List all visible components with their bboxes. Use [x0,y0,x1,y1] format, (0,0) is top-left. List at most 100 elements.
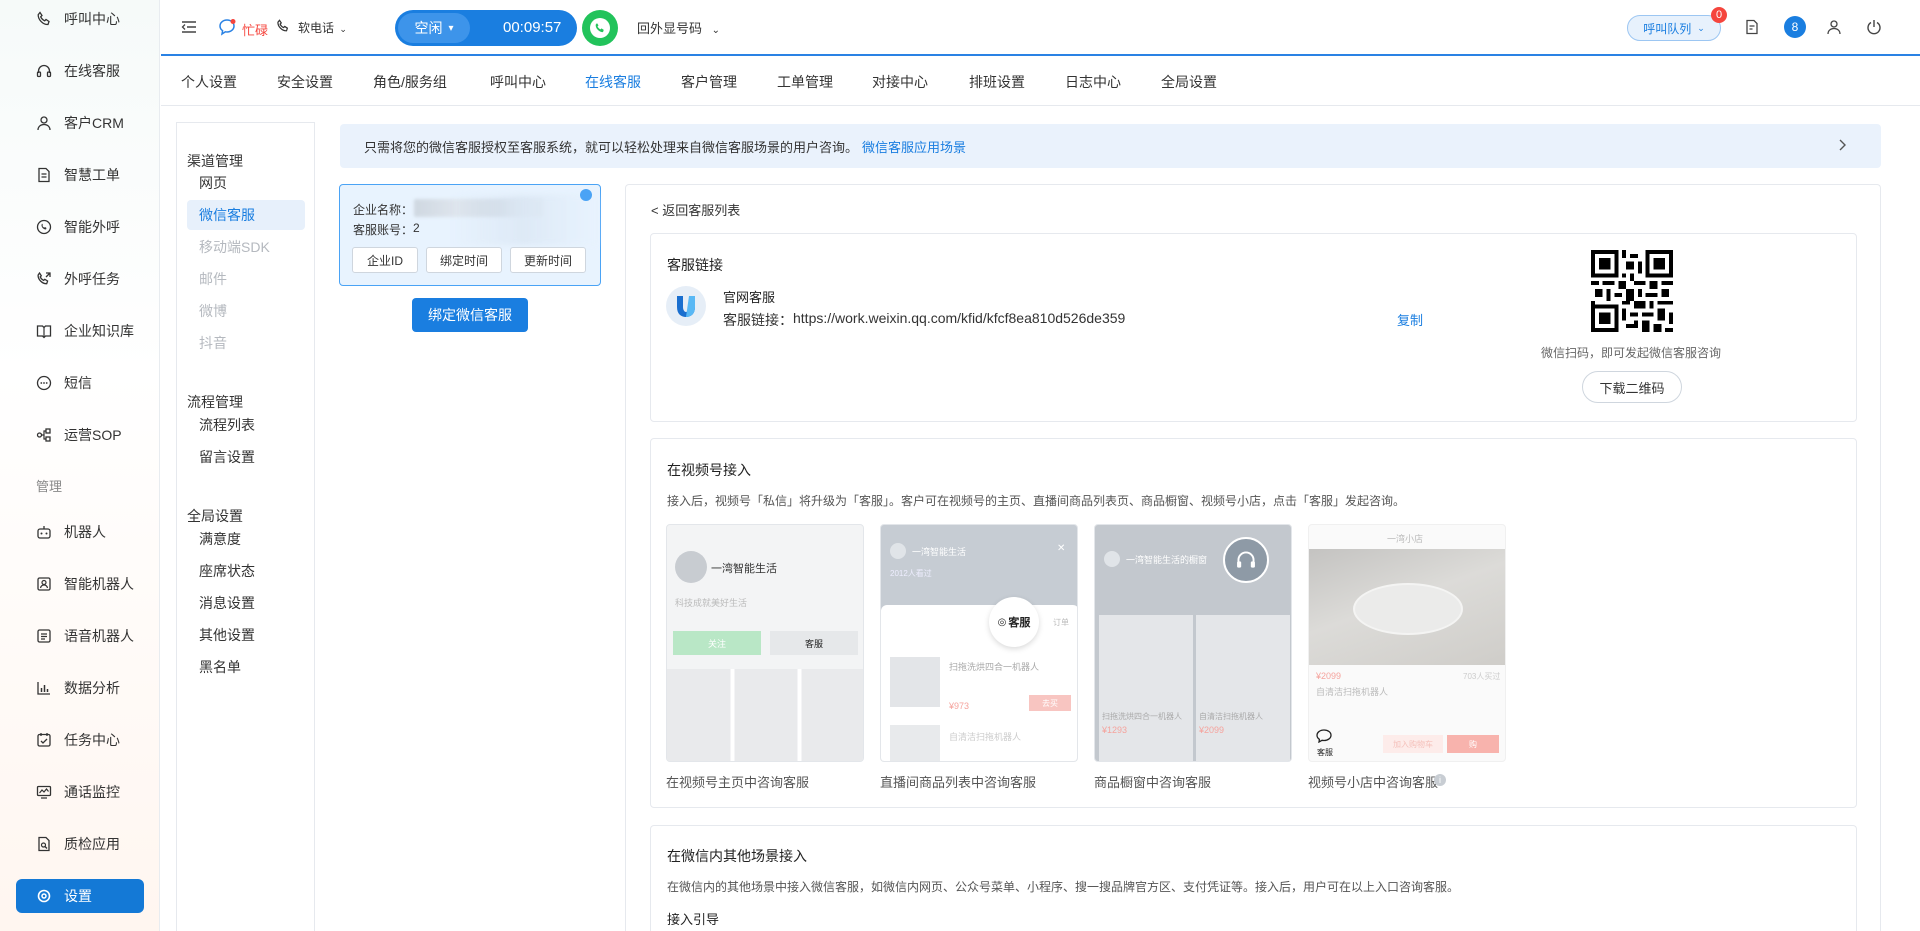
sidebar-item-label: 质检应用 [64,836,120,852]
sidebar-item-outbound-task[interactable]: 外呼任务 [16,262,144,296]
mock-shop: 一湾小店 ¥2099 703人买过 自清洁扫拖机器人 客服 加入购物车 购 [1308,524,1506,762]
sidebar-item-crm[interactable]: 客户CRM [16,106,144,140]
sidebar-item-ticket[interactable]: 智慧工单 [16,158,144,192]
sidebar-item-smart-outbound[interactable]: 智能外呼 [16,210,144,244]
call-status-dropdown[interactable]: 空闲 ▾ [398,13,470,43]
queue-count-badge: 0 [1711,7,1727,23]
user-icon[interactable] [1826,19,1842,35]
menu-item-wechat-kf[interactable]: 微信客服 [187,200,305,230]
sidebar-item-label: 企业知识库 [64,323,134,339]
menu-item-satisfaction[interactable]: 满意度 [187,524,305,554]
softphone-icon [276,19,290,33]
tab-log-center[interactable]: 日志中心 [1065,58,1121,106]
sidebar-item-call-monitor[interactable]: 通话监控 [16,775,144,809]
sidebar-item-knowledge-base[interactable]: 企业知识库 [16,314,144,348]
tab-online-service[interactable]: 在线客服 [585,58,641,106]
mock-product-card [1196,615,1290,761]
bind-wechat-kf-button[interactable]: 绑定微信客服 [412,298,528,332]
info-icon[interactable]: i [1434,774,1446,786]
sidebar-item-label: 任务中心 [64,732,120,748]
call-queue-dropdown[interactable]: 呼叫队列 ⌄ [1627,15,1721,41]
copy-link-button[interactable]: 复制 [1397,310,1423,329]
caption-homepage: 在视频号主页中咨询客服 [666,775,810,790]
sidebar-item-label: 智能外呼 [64,219,120,235]
bind-time-button[interactable]: 绑定时间 [426,247,502,273]
answer-call-button[interactable] [582,10,618,46]
outbound-number-select[interactable]: 回外显号码 ⌄ [637,18,720,37]
chevron-right-icon[interactable] [1835,138,1849,152]
banner-link[interactable]: 微信客服应用场景 [862,137,966,156]
notes-icon[interactable] [1744,19,1760,35]
menu-item-weibo[interactable]: 微博 [187,296,305,326]
mock-grid [667,669,863,761]
sidebar-item-quality[interactable]: 质检应用 [16,827,144,861]
menu-item-mobile-sdk[interactable]: 移动端SDK [187,232,305,262]
headset-icon [1223,537,1269,583]
mock-kf-bubble: ◎ 客服 [989,597,1039,647]
video-channel-title: 在视频号接入 [667,462,751,478]
sidebar-item-online-service[interactable]: 在线客服 [16,54,144,88]
corp-account-card[interactable]: 企业名称： 客服账号： 2 企业ID 绑定时间 更新时间 [339,184,601,286]
kf-link-title: 客服链接 [667,257,723,273]
back-to-list-link[interactable]: < 返回客服列表 [651,200,740,219]
menu-item-other-settings[interactable]: 其他设置 [187,620,305,650]
menu-item-seat-status[interactable]: 座席状态 [187,556,305,586]
sidebar-item-label: 客户CRM [64,115,124,131]
tab-roles-groups[interactable]: 角色/服务组 [373,58,447,106]
sidebar-item-label: 设置 [64,888,92,904]
menu-item-flow-list[interactable]: 流程列表 [187,410,305,440]
sidebar-item-sms[interactable]: 短信 [16,366,144,400]
menu-item-douyin[interactable]: 抖音 [187,328,305,358]
top-header: 忙碌 软电话 ⌄ 空闲 ▾ 00:09:57 回外显号码 ⌄ 呼叫队列 ⌄ 0 … [161,0,1920,56]
busy-status-label[interactable]: 忙碌 [242,20,268,39]
tab-call-center[interactable]: 呼叫中心 [490,58,546,106]
tab-global-settings[interactable]: 全局设置 [1161,58,1217,106]
sidebar-item-task-center[interactable]: 任务中心 [16,723,144,757]
menu-collapse-icon[interactable] [181,19,197,35]
tab-security-settings[interactable]: 安全设置 [277,58,333,106]
busy-status-icon[interactable] [218,18,236,36]
download-qr-button[interactable]: 下载二维码 [1582,371,1682,403]
mock-product-thumb [890,725,940,761]
mock-product-name: 自清洁扫拖机器人 [949,732,1022,742]
mock-avatar [675,551,707,583]
sidebar-item-label: 语音机器人 [64,628,134,644]
sidebar-item-smart-robot[interactable]: 智能机器人 [16,567,144,601]
menu-item-blacklist[interactable]: 黑名单 [187,652,305,682]
tab-ticket-management[interactable]: 工单管理 [777,58,833,106]
sidebar-item-label: 智慧工单 [64,167,120,183]
corp-id-button[interactable]: 企业ID [352,247,418,273]
sidebar-item-label: 在线客服 [64,63,120,79]
sidebar-item-voice-robot[interactable]: 语音机器人 [16,619,144,653]
other-scenarios-card: 在微信内其他场景接入 在微信内的其他场景中接入微信客服，如微信内网页、公众号菜单… [650,825,1857,931]
sidebar-item-settings[interactable]: 设置 [16,879,144,913]
other-scenarios-title: 在微信内其他场景接入 [667,848,807,864]
menu-item-web[interactable]: 网页 [187,168,305,198]
quality-icon [36,836,52,852]
headset-icon: ◎ [997,616,1007,628]
power-icon[interactable] [1866,19,1882,35]
tab-integration-center[interactable]: 对接中心 [872,58,928,106]
menu-group-global: 全局设置 [187,508,243,524]
menu-item-email[interactable]: 邮件 [187,264,305,294]
mock-avatar [890,543,906,559]
chevron-down-icon: ▾ [448,22,454,34]
sms-icon [36,375,52,391]
softphone-selector[interactable]: 软电话 ⌄ [298,19,347,36]
mock-viewers: 2012人看过 [890,569,932,578]
tab-scheduling[interactable]: 排班设置 [969,58,1025,106]
menu-item-message-settings[interactable]: 留言设置 [187,442,305,472]
card-blur-mask [450,195,598,245]
update-time-button[interactable]: 更新时间 [510,247,586,273]
sidebar-item-robot[interactable]: 机器人 [16,515,144,549]
mock-avatar [1104,551,1120,567]
sidebar-item-data-analysis[interactable]: 数据分析 [16,671,144,705]
tab-customer-management[interactable]: 客户管理 [681,58,737,106]
menu-item-msg-settings[interactable]: 消息设置 [187,588,305,618]
sidebar-item-sop[interactable]: 运营SOP [16,418,144,452]
softphone-label: 软电话 [298,21,335,35]
sidebar-item-call-center[interactable]: 呼叫中心 [16,2,144,36]
message-count-avatar[interactable]: 8 [1784,16,1806,38]
corp-name-label: 企业名称： [353,203,414,217]
tab-personal-settings[interactable]: 个人设置 [181,58,237,106]
